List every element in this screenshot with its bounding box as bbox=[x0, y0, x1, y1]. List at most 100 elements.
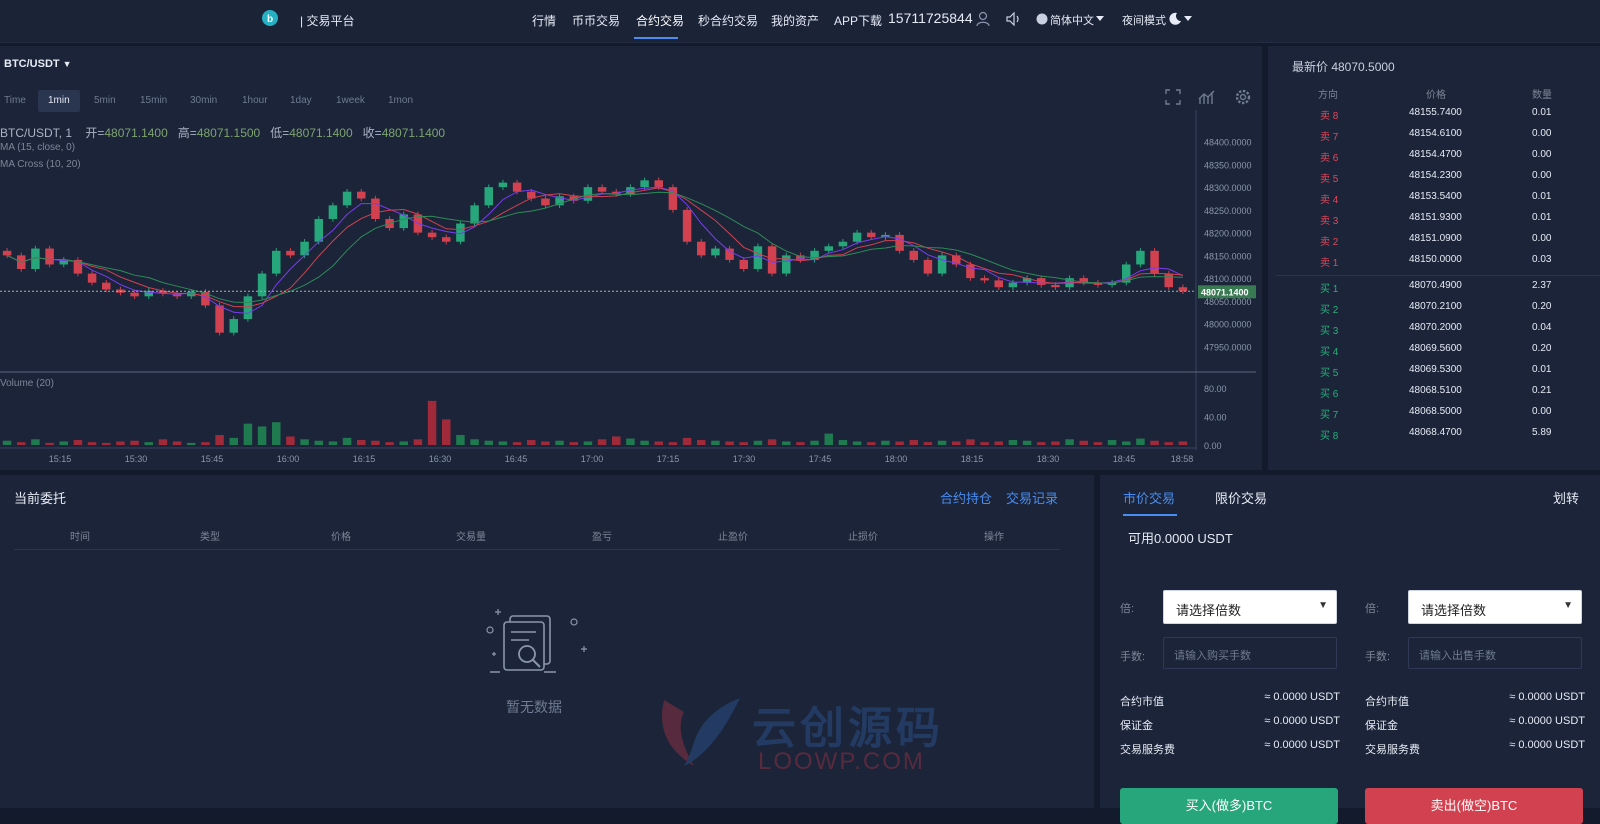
bid-row[interactable]: 买 5 48069.5300 0.01 bbox=[1268, 364, 1600, 385]
price-chart[interactable]: 48400.0000 48350.0000 48300.0000 48250.0000… bbox=[0, 110, 1262, 470]
user-phone[interactable]: 15711725844 bbox=[888, 10, 973, 26]
speaker-icon[interactable] bbox=[1006, 12, 1022, 26]
bid-row[interactable]: 买 6 48068.5100 0.21 bbox=[1268, 385, 1600, 406]
volume-bar bbox=[1065, 439, 1074, 445]
volume-bar bbox=[597, 439, 607, 445]
buy-leverage-select[interactable]: 请选择倍数 ▼ bbox=[1163, 590, 1337, 624]
buy-long-button[interactable]: 买入(做多)BTC bbox=[1120, 788, 1338, 824]
sell-qty-input[interactable]: 请输入出售手数 bbox=[1408, 637, 1582, 669]
fullscreen-icon[interactable] bbox=[1164, 88, 1182, 106]
nav-market[interactable]: 行情 bbox=[532, 12, 556, 29]
volume-tick-label: 0.00 bbox=[1204, 441, 1222, 451]
price-tick-label: 48050.0000 bbox=[1204, 297, 1252, 307]
bid-row[interactable]: 买 7 48068.5000 0.00 bbox=[1268, 406, 1600, 427]
language-selector[interactable]: 简体中文 bbox=[1050, 12, 1094, 28]
ask-row[interactable]: 卖 8 48155.7400 0.01 bbox=[1268, 107, 1600, 128]
nav-spot[interactable]: 币币交易 bbox=[572, 12, 620, 29]
watermark-text-en: LOOWP.COM bbox=[758, 748, 925, 775]
night-mode-toggle[interactable]: 夜间模式 bbox=[1122, 12, 1166, 28]
volume-bar bbox=[697, 440, 706, 445]
volume-bar bbox=[1178, 441, 1188, 445]
book-price: 48151.9300 bbox=[1409, 212, 1462, 223]
volume-bar bbox=[116, 441, 125, 445]
bid-row[interactable]: 买 4 48069.5600 0.20 bbox=[1268, 343, 1600, 364]
volume-bar bbox=[144, 442, 153, 445]
volume-bar bbox=[810, 440, 819, 445]
sell-short-button[interactable]: 卖出(做空)BTC bbox=[1365, 788, 1583, 824]
nav-contract[interactable]: 合约交易 bbox=[636, 12, 684, 29]
price-tick-label: 48150.0000 bbox=[1204, 251, 1252, 261]
nav-second-contract[interactable]: 秒合约交易 bbox=[698, 12, 758, 29]
book-qty: 0.00 bbox=[1532, 406, 1552, 417]
timeframe-1mon[interactable]: 1mon bbox=[378, 90, 423, 112]
sell-leverage-select[interactable]: 请选择倍数 ▼ bbox=[1408, 590, 1582, 624]
pair-selector[interactable]: BTC/USDT ▼ bbox=[4, 58, 72, 70]
timeframe-15min[interactable]: 15min bbox=[130, 90, 177, 112]
candle-body bbox=[1051, 284, 1060, 288]
bid-row[interactable]: 买 3 48070.2000 0.04 bbox=[1268, 322, 1600, 343]
price-tick-label: 48350.0000 bbox=[1204, 160, 1252, 170]
col-volume: 交易量 bbox=[456, 532, 486, 543]
ask-row[interactable]: 卖 5 48154.2300 0.00 bbox=[1268, 170, 1600, 191]
indicators-icon[interactable] bbox=[1198, 88, 1216, 106]
last-price-tag-label: 48071.1400 bbox=[1201, 287, 1249, 297]
book-qty: 0.21 bbox=[1532, 385, 1552, 396]
volume-bar bbox=[739, 442, 748, 445]
volume-bar bbox=[753, 440, 763, 445]
timeframe-time[interactable]: Time bbox=[0, 90, 36, 112]
book-qty: 0.20 bbox=[1532, 343, 1552, 354]
positions-link[interactable]: 合约持仓 bbox=[940, 488, 992, 507]
book-qty: 0.01 bbox=[1532, 191, 1552, 202]
moon-icon[interactable] bbox=[1168, 12, 1182, 26]
tab-limit-trade[interactable]: 限价交易 bbox=[1215, 488, 1267, 507]
logo[interactable]: b bbox=[256, 8, 284, 32]
volume-bar bbox=[342, 437, 352, 445]
timeframe-5min[interactable]: 5min bbox=[84, 90, 126, 112]
volume-bar bbox=[923, 442, 933, 445]
nav-app-download[interactable]: APP下载 bbox=[834, 12, 882, 29]
book-side: 卖 3 bbox=[1320, 216, 1339, 227]
ask-row[interactable]: 卖 3 48151.9300 0.01 bbox=[1268, 212, 1600, 233]
timeframe-30min[interactable]: 30min bbox=[180, 90, 227, 112]
volume-bar bbox=[909, 440, 918, 445]
bid-row[interactable]: 买 8 48068.4700 5.89 bbox=[1268, 427, 1600, 448]
time-tick-label: 16:00 bbox=[277, 454, 300, 464]
ask-row[interactable]: 卖 1 48150.0000 0.03 bbox=[1268, 254, 1600, 275]
latest-price: 最新价 48070.5000 bbox=[1292, 60, 1395, 74]
timeframe-1hour[interactable]: 1hour bbox=[232, 90, 278, 112]
book-price: 48150.0000 bbox=[1409, 254, 1462, 265]
bid-row[interactable]: 买 1 48070.4900 2.37 bbox=[1268, 280, 1600, 301]
ask-row[interactable]: 卖 6 48154.4700 0.00 bbox=[1268, 149, 1600, 170]
book-side: 卖 4 bbox=[1320, 195, 1339, 206]
volume-bar bbox=[413, 439, 423, 445]
tab-market-trade[interactable]: 市价交易 bbox=[1123, 488, 1175, 507]
time-tick-label: 15:45 bbox=[201, 454, 224, 464]
time-tick-label: 18:00 bbox=[885, 454, 908, 464]
book-side: 卖 6 bbox=[1320, 153, 1339, 164]
book-side: 卖 8 bbox=[1320, 111, 1339, 122]
col-type: 类型 bbox=[200, 532, 220, 543]
trade-history-link[interactable]: 交易记录 bbox=[1006, 488, 1058, 507]
timeframe-1week[interactable]: 1week bbox=[326, 90, 375, 112]
transfer-button[interactable]: 划转 bbox=[1553, 488, 1579, 507]
settings-gear-icon[interactable] bbox=[1234, 88, 1252, 106]
ask-row[interactable]: 卖 7 48154.6100 0.00 bbox=[1268, 128, 1600, 149]
volume-bar bbox=[711, 440, 720, 445]
nav-assets[interactable]: 我的资产 bbox=[771, 12, 819, 29]
ask-row[interactable]: 卖 4 48153.5400 0.01 bbox=[1268, 191, 1600, 212]
ask-row[interactable]: 卖 2 48151.0900 0.00 bbox=[1268, 233, 1600, 254]
book-qty: 5.89 bbox=[1532, 427, 1552, 438]
book-header-side: 方向 bbox=[1318, 90, 1338, 101]
book-side: 卖 5 bbox=[1320, 174, 1339, 185]
bid-row[interactable]: 买 2 48070.2100 0.20 bbox=[1268, 301, 1600, 322]
volume-bar bbox=[541, 441, 550, 445]
sell-contract-value: ≈ 0.0000 USDT bbox=[1509, 691, 1585, 703]
col-time: 时间 bbox=[70, 532, 90, 543]
user-icon[interactable] bbox=[976, 11, 990, 27]
buy-qty-input[interactable]: 请输入购买手数 bbox=[1163, 637, 1337, 669]
timeframe-1day[interactable]: 1day bbox=[280, 90, 322, 112]
volume-bar bbox=[130, 440, 139, 445]
tab-active-underline bbox=[1123, 514, 1177, 516]
candle-body bbox=[541, 198, 550, 206]
timeframe-1min[interactable]: 1min bbox=[38, 90, 80, 112]
